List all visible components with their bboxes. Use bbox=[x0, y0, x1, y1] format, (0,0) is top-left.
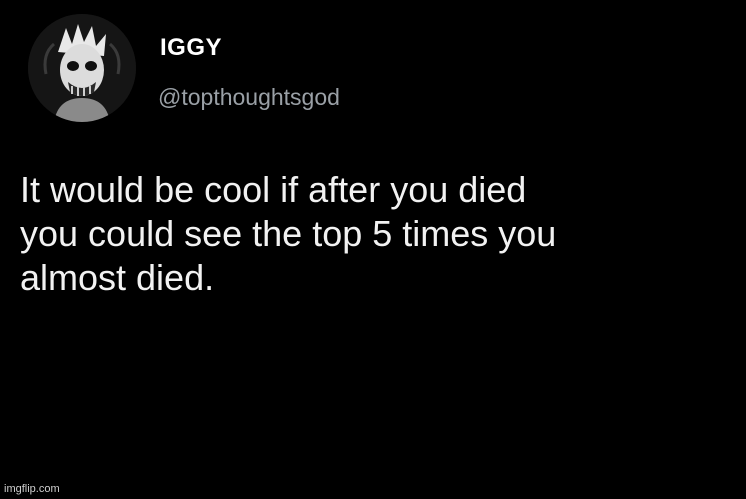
avatar[interactable] bbox=[28, 14, 136, 122]
user-handle[interactable]: @topthoughtsgod bbox=[158, 84, 340, 111]
tweet-text-line: you could see the top 5 times you bbox=[20, 213, 557, 254]
avatar-icon bbox=[28, 14, 136, 122]
tweet-text: It would be cool if after you died you c… bbox=[20, 168, 732, 300]
tweet-text-line: almost died. bbox=[20, 257, 215, 298]
tweet-text-line: It would be cool if after you died bbox=[20, 169, 527, 210]
watermark: imgflip.com bbox=[4, 483, 60, 495]
display-name[interactable]: IGGY bbox=[160, 34, 222, 62]
tweet-card: IGGY @topthoughtsgod It would be cool if… bbox=[0, 0, 746, 499]
